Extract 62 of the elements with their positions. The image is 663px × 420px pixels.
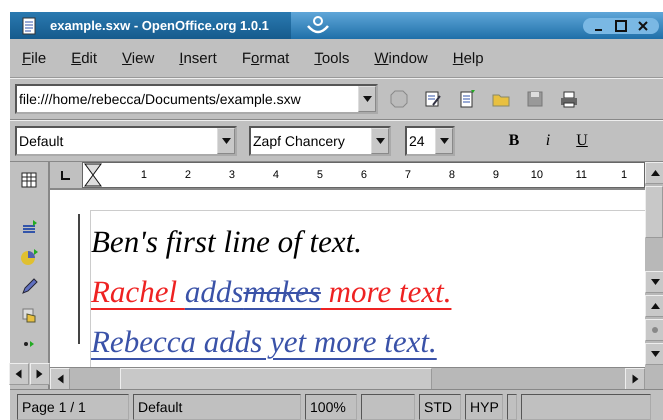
ruler-number: 6	[360, 169, 367, 181]
status-field: HYP	[465, 394, 503, 420]
dot-icon	[652, 327, 658, 333]
menu-item[interactable]: Edit	[71, 50, 98, 66]
menu-item[interactable]: Insert	[179, 50, 217, 66]
horizontal-scrollbar[interactable]	[50, 367, 645, 390]
indent-marker-icon[interactable]	[83, 163, 103, 187]
status-field: Default	[133, 394, 301, 420]
document-icon	[22, 16, 36, 34]
status-field: 100%	[305, 394, 357, 420]
status-field: Page 1 / 1	[17, 394, 129, 420]
ruler-number: 7	[404, 169, 411, 181]
scroll-thumb[interactable]	[120, 368, 432, 390]
status-field	[361, 394, 415, 420]
italic-button[interactable]: i	[535, 132, 561, 150]
text-line: Rachel addsmakes more text.	[91, 273, 452, 311]
ruler-number: 1	[140, 169, 147, 181]
arrow-right-icon	[36, 370, 42, 378]
text-line: Rebecca adds yet more text.	[91, 323, 438, 361]
underline-button[interactable]: U	[569, 132, 595, 150]
ruler-number: 10	[530, 169, 543, 181]
size-dropdown[interactable]: 24	[405, 126, 455, 156]
ruler-number: 2	[184, 169, 191, 181]
ruler-number: 4	[272, 169, 279, 181]
vertical-scrollbar[interactable]	[645, 162, 663, 389]
arrow-down-icon	[440, 138, 448, 144]
arrow-right-icon	[632, 374, 638, 384]
arrow-left-icon	[57, 374, 63, 384]
menu-item[interactable]: Help	[452, 50, 484, 66]
table-icon[interactable]	[19, 170, 39, 190]
arrow-down-icon	[376, 138, 384, 144]
ruler-number: 11	[574, 169, 587, 181]
pen-icon[interactable]	[19, 276, 39, 296]
menu-item[interactable]: Window	[374, 50, 428, 66]
menu-item[interactable]: View	[122, 50, 154, 66]
arrow-down-icon	[650, 351, 660, 357]
text-line: Ben's first line of text.	[91, 223, 363, 261]
pie-chart-icon[interactable]	[19, 247, 39, 267]
arrow-up-icon	[650, 170, 660, 176]
menu-item[interactable]: Format	[242, 50, 290, 66]
scroll-thumb[interactable]	[645, 186, 663, 238]
bold-button[interactable]: B	[501, 132, 527, 150]
ruler-number: 1	[621, 169, 628, 181]
status-field	[507, 394, 517, 420]
url-field[interactable]: file:///home/rebecca/Documents/example.sxw	[15, 84, 378, 114]
arrow-up-icon	[650, 303, 660, 309]
arrow-down-icon	[222, 138, 230, 144]
maximize-icon[interactable]	[615, 20, 627, 32]
window-title: example.sxw - OpenOffice.org 1.0.1	[50, 18, 269, 33]
ruler-number: 3	[228, 169, 235, 181]
style-dropdown[interactable]: Default	[15, 126, 237, 156]
ruler-number: 8	[448, 169, 455, 181]
ruler-number: 9	[492, 169, 499, 181]
close-icon[interactable]	[637, 20, 649, 32]
font-dropdown[interactable]: Zapf Chancery	[249, 126, 391, 156]
ruler-number: 5	[316, 169, 323, 181]
arrow-left-icon	[16, 370, 22, 378]
arrow-down-icon	[362, 96, 372, 102]
status-field: STD	[419, 394, 461, 420]
arrow-down-icon	[650, 279, 660, 285]
menu-item[interactable]: File	[22, 50, 46, 66]
menu-item[interactable]: Tools	[314, 50, 350, 66]
